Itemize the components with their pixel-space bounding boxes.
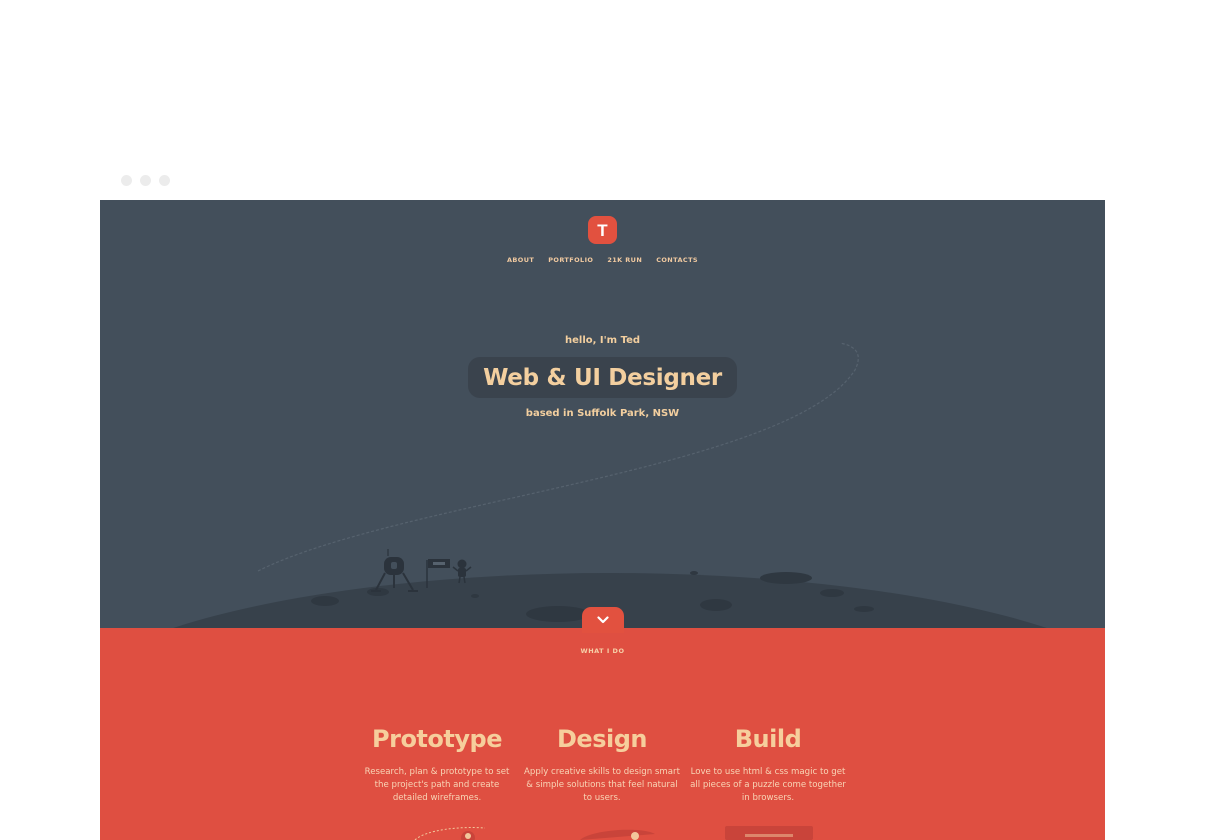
- nav-item-contacts[interactable]: CONTACTS: [656, 256, 698, 264]
- website-preview: T ABOUT PORTFOLIO 21K RUN CONTACTS hello…: [100, 200, 1105, 840]
- service-design: Design Apply creative skills to design s…: [522, 725, 682, 805]
- service-illustrations-partial: [414, 826, 813, 840]
- crater: [700, 599, 732, 611]
- window-dot: [121, 175, 132, 186]
- crater: [526, 606, 590, 622]
- service-build: Build Love to use html & css magic to ge…: [688, 725, 848, 805]
- window-controls: [121, 175, 170, 186]
- service-description: Apply creative skills to design smart & …: [524, 767, 680, 803]
- crater: [820, 589, 844, 597]
- nav-item-21k-run[interactable]: 21K RUN: [607, 256, 642, 264]
- service-description: Love to use html & css magic to get all …: [690, 767, 846, 803]
- hero-section: T ABOUT PORTFOLIO 21K RUN CONTACTS hello…: [100, 200, 1105, 628]
- hero-location: based in Suffolk Park, NSW: [525, 408, 680, 419]
- service-description: Research, plan & prototype to set the pr…: [364, 767, 510, 803]
- hero-title: Web & UI Designer: [483, 364, 722, 391]
- chevron-down-icon: [597, 616, 609, 624]
- hero-title-pill: Web & UI Designer: [468, 357, 737, 398]
- scroll-down-button[interactable]: [582, 607, 624, 633]
- nav-item-portfolio[interactable]: PORTFOLIO: [548, 256, 593, 264]
- main-navigation: ABOUT PORTFOLIO 21K RUN CONTACTS: [100, 256, 1105, 264]
- service-title: Prototype: [372, 725, 502, 753]
- crater: [311, 596, 339, 606]
- window-dot: [159, 175, 170, 186]
- section-label: WHAT I DO: [580, 647, 625, 655]
- crater: [854, 606, 874, 612]
- crater: [760, 572, 812, 584]
- services-section: WHAT I DO Prototype Research, plan & pro…: [100, 628, 1105, 840]
- hero-greeting: hello, I'm Ted: [564, 335, 641, 346]
- service-title: Build: [734, 725, 802, 753]
- logo-letter: T: [597, 220, 608, 240]
- site-logo[interactable]: T: [588, 216, 617, 244]
- crater: [471, 594, 479, 598]
- crater: [690, 571, 698, 575]
- window-dot: [140, 175, 151, 186]
- nav-item-about[interactable]: ABOUT: [507, 256, 534, 264]
- service-prototype: Prototype Research, plan & prototype to …: [357, 725, 517, 805]
- lunar-lander-icon: [371, 549, 418, 592]
- service-title: Design: [557, 725, 647, 753]
